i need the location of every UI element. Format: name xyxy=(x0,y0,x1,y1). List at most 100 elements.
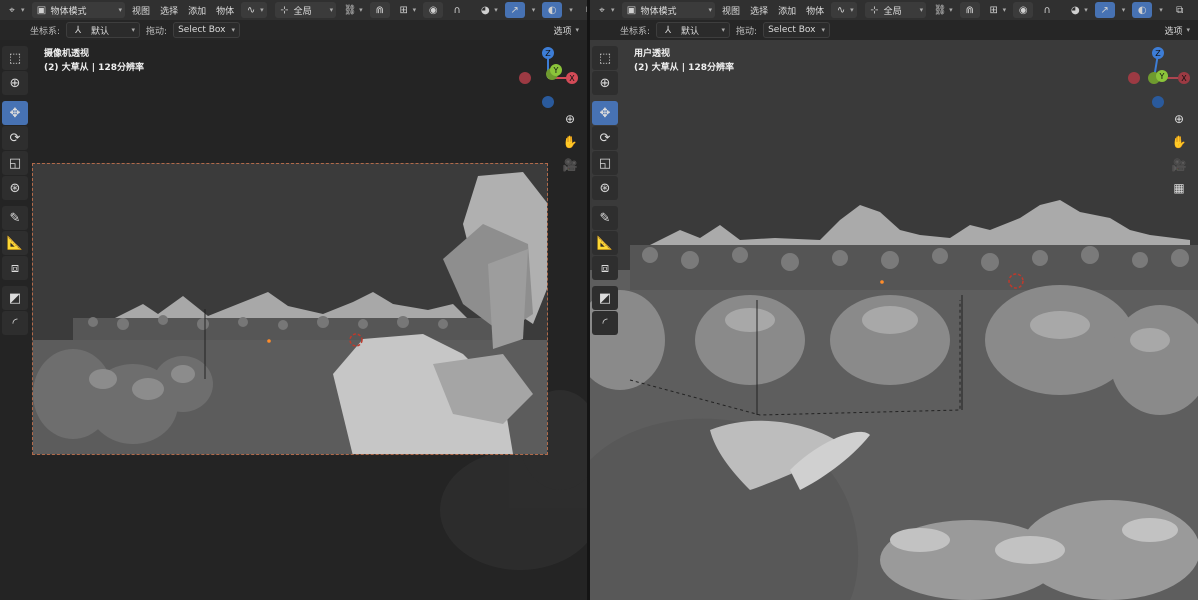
drag-dropdown[interactable]: Select Box ▾ xyxy=(173,22,240,38)
pivot-dropdown[interactable]: ⛓ ▾ xyxy=(340,2,366,18)
menu-object[interactable]: 物体 xyxy=(803,4,827,17)
measure-tool[interactable]: 📐 xyxy=(2,231,28,255)
pan-button[interactable]: ✋ xyxy=(1170,133,1188,151)
mode-dropdown[interactable]: ▣ 物体模式 ▾ xyxy=(621,2,716,18)
snap-toggle[interactable]: ⋒ xyxy=(369,2,390,18)
viewport-canvas[interactable] xyxy=(590,40,1198,600)
scale-icon: ◱ xyxy=(8,155,22,171)
pivot-dropdown[interactable]: ⛓ ▾ xyxy=(930,2,956,18)
falloff-dropdown[interactable]: ∩ xyxy=(1037,2,1057,18)
gizmo-toggle[interactable]: ↗ xyxy=(1094,2,1115,18)
add-cube-tool[interactable]: ⧈ xyxy=(592,256,618,280)
pan-button[interactable]: ✋ xyxy=(561,133,579,151)
shade-tool[interactable]: ◩ xyxy=(2,286,28,310)
chevron-down-icon: ▾ xyxy=(118,6,123,14)
origin-point xyxy=(267,339,271,343)
tool-settings-bar: 坐标系: ⅄ 默认 ▾ 拖动: Select Box ▾ xyxy=(590,20,1198,40)
left-3d-viewport[interactable]: ⌖ ▾ ▣ 物体模式 ▾ 视图 选择 添加 物体 ∿ ▾ ⊹ 全局 ▾ ⛓ ▾ ⋒ ⊞ ▾ ◉ … xyxy=(0,0,587,600)
gizmo-dropdown[interactable]: ▾ xyxy=(1119,2,1129,18)
tool-settings-bar: 坐标系: ⅄ 默认 ▾ 拖动: Select Box ▾ xyxy=(0,20,587,40)
shade-tool[interactable]: ◩ xyxy=(592,286,618,310)
rotate-tool[interactable]: ⟳ xyxy=(592,126,618,150)
menu-view[interactable]: 视图 xyxy=(719,4,743,17)
menu-view[interactable]: 视图 xyxy=(129,4,153,17)
select-box-tool[interactable]: ⬚ xyxy=(592,46,618,70)
snap-target-dropdown[interactable]: ⊞ ▾ xyxy=(394,2,420,18)
scale-tool[interactable]: ◱ xyxy=(592,151,618,175)
falloff-dropdown[interactable]: ∩ xyxy=(447,2,467,18)
right-3d-viewport[interactable]: ⌖ ▾ ▣ 物体模式 ▾ 视图 选择 添加 物体 ∿ ▾ ⊹ 全局 ▾ ⛓ ▾ ⋒ ⊞ ▾ ◉ … xyxy=(590,0,1198,600)
navigation-gizmo[interactable]: Z X Y xyxy=(1126,46,1190,108)
axes-icon: ⅄ xyxy=(664,24,672,36)
snap-target-dropdown[interactable]: ⊞ ▾ xyxy=(984,2,1010,18)
mode-label: 物体模式 xyxy=(640,6,677,17)
xray-toggle[interactable]: ⧉ xyxy=(1170,2,1190,18)
mode-dropdown[interactable]: ▣ 物体模式 ▾ xyxy=(31,2,126,18)
shading-wireframe[interactable]: ⊕ xyxy=(1194,2,1198,18)
scale-tool[interactable]: ◱ xyxy=(2,151,28,175)
zoom-button[interactable]: ⊕ xyxy=(561,110,579,128)
menu-object[interactable]: 物体 xyxy=(213,4,237,17)
annotate-tool[interactable]: ✎ xyxy=(2,206,28,230)
chevron-down-icon: ▾ xyxy=(575,26,579,34)
camera-view-button[interactable]: 🎥 xyxy=(1170,156,1188,174)
menu-add[interactable]: 添加 xyxy=(185,4,209,17)
chevron-down-icon: ▾ xyxy=(1121,6,1126,14)
editor-type-button[interactable]: ⌖ ▾ xyxy=(592,2,618,18)
transform-orientation-dropdown[interactable]: ⊹ 全局 ▾ xyxy=(864,2,927,18)
snap-increment-icon: ⊞ xyxy=(989,4,998,16)
cursor-tool[interactable]: ⊕ xyxy=(2,71,28,95)
drag-dropdown[interactable]: Select Box ▾ xyxy=(763,22,830,38)
measure-tool[interactable]: 📐 xyxy=(592,231,618,255)
chevron-down-icon: ▾ xyxy=(531,6,536,14)
move-tool[interactable]: ✥ xyxy=(592,101,618,125)
gpencil-dropdown[interactable]: ∿ ▾ xyxy=(241,2,267,18)
rotate-tool[interactable]: ⟳ xyxy=(2,126,28,150)
visibility-dropdown[interactable]: ◕ ▾ xyxy=(475,2,501,18)
coord-dropdown[interactable]: ⅄ 默认 ▾ xyxy=(66,22,141,38)
perspective-toggle-button[interactable]: ▦ xyxy=(1170,179,1188,197)
options-dropdown[interactable]: 选项 ▾ xyxy=(1164,22,1190,38)
overlay-toggle[interactable]: ◐ xyxy=(542,2,563,18)
visibility-dropdown[interactable]: ◕ ▾ xyxy=(1065,2,1091,18)
curve-icon: ∿ xyxy=(246,4,256,16)
cursor-tool[interactable]: ⊕ xyxy=(592,71,618,95)
camera-view-button[interactable]: 🎥 xyxy=(561,156,579,174)
transform-tool[interactable]: ⊛ xyxy=(2,176,28,200)
magnet-icon: ⋒ xyxy=(375,4,384,16)
overlay-toggle[interactable]: ◐ xyxy=(1132,2,1153,18)
proportional-edit-toggle[interactable]: ◉ xyxy=(1013,2,1034,18)
link-icon: ⛓ xyxy=(933,4,947,16)
camera-icon: 🎥 xyxy=(1171,158,1187,172)
proportional-edit-toggle[interactable]: ◉ xyxy=(423,2,444,18)
move-tool[interactable]: ✥ xyxy=(2,101,28,125)
zoom-icon: ⊕ xyxy=(564,112,576,126)
gizmo-toggle[interactable]: ↗ xyxy=(504,2,525,18)
transform-tool[interactable]: ⊛ xyxy=(592,176,618,200)
gpencil-dropdown[interactable]: ∿ ▾ xyxy=(831,2,857,18)
menu-select[interactable]: 选择 xyxy=(157,4,181,17)
xray-toggle[interactable]: ⧉ xyxy=(580,2,587,18)
chevron-down-icon: ▾ xyxy=(21,6,25,14)
options-dropdown[interactable]: 选项 ▾ xyxy=(553,22,579,38)
link-icon: ⛓ xyxy=(343,4,357,16)
menu-add[interactable]: 添加 xyxy=(775,4,799,17)
transform-orientation-dropdown[interactable]: ⊹ 全局 ▾ xyxy=(274,2,337,18)
navigation-gizmo[interactable]: Z X Y xyxy=(516,46,580,108)
coord-dropdown[interactable]: ⅄ 默认 ▾ xyxy=(656,22,731,38)
gizmo-icon: ↗ xyxy=(1100,4,1109,16)
select-box-tool[interactable]: ⬚ xyxy=(2,46,28,70)
annotate-tool[interactable]: ✎ xyxy=(592,206,618,230)
snap-toggle[interactable]: ⋒ xyxy=(959,2,980,18)
editor-type-button[interactable]: ⌖ ▾ xyxy=(2,2,28,18)
bevel-tool[interactable]: ◜ xyxy=(2,311,28,335)
overlay-dropdown[interactable]: ▾ xyxy=(1156,2,1166,18)
drag-label: 拖动: xyxy=(146,26,168,37)
gizmo-dropdown[interactable]: ▾ xyxy=(529,2,539,18)
menu-select[interactable]: 选择 xyxy=(747,4,771,17)
zoom-button[interactable]: ⊕ xyxy=(1170,110,1188,128)
bevel-tool[interactable]: ◜ xyxy=(592,311,618,335)
add-cube-tool[interactable]: ⧈ xyxy=(2,256,28,280)
select-cursor-icon: ⬚ xyxy=(598,50,612,66)
overlay-dropdown[interactable]: ▾ xyxy=(566,2,576,18)
